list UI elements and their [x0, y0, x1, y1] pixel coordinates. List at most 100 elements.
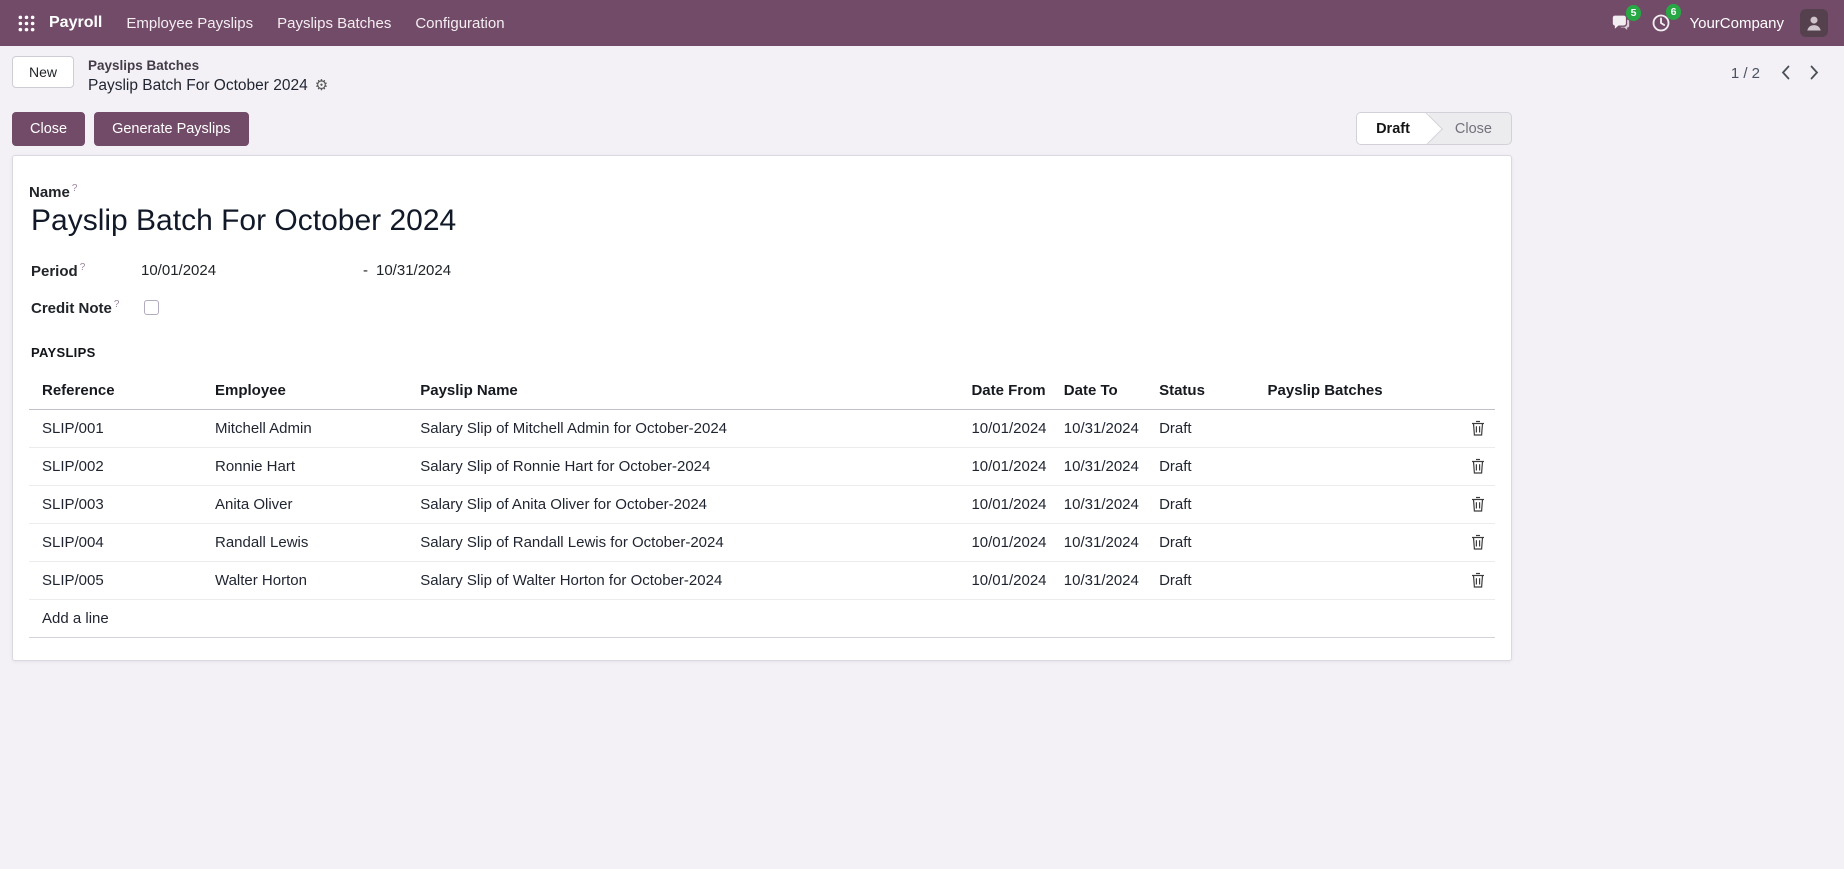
breadcrumb: Payslips Batches Payslip Batch For Octob…	[88, 55, 328, 96]
cell-date-to[interactable]: 10/31/2024	[1051, 409, 1146, 447]
trash-icon	[1471, 534, 1485, 550]
user-icon	[1804, 13, 1824, 33]
cell-employee[interactable]: Mitchell Admin	[202, 409, 407, 447]
col-header-date-from[interactable]: Date From	[958, 372, 1050, 410]
cell-payslip-batches[interactable]	[1255, 523, 1454, 561]
cell-payslip-batches[interactable]	[1255, 485, 1454, 523]
control-panel: New Payslips Batches Payslip Batch For O…	[0, 46, 1844, 102]
period-field-row: Period? 10/01/2024 - 10/31/2024	[31, 262, 1495, 280]
cell-reference[interactable]: SLIP/004	[29, 523, 202, 561]
delete-row-button[interactable]	[1467, 455, 1489, 477]
pager-value[interactable]: 1 / 2	[1731, 65, 1760, 82]
trash-icon	[1471, 572, 1485, 588]
chevron-left-icon	[1781, 65, 1790, 80]
menu-employee-payslips[interactable]: Employee Payslips	[114, 8, 265, 39]
breadcrumb-current: Payslip Batch For October 2024	[88, 76, 308, 96]
apps-grid-icon	[18, 15, 35, 32]
gear-icon[interactable]: ⚙	[315, 78, 328, 93]
cell-employee[interactable]: Walter Horton	[202, 561, 407, 599]
pager-previous-button[interactable]	[1774, 63, 1797, 84]
col-header-payslip-name[interactable]: Payslip Name	[407, 372, 958, 410]
form-sheet: Name? Payslip Batch For October 2024 Per…	[12, 155, 1512, 661]
cell-status[interactable]: Draft	[1146, 485, 1254, 523]
credit-note-field-label: Credit Note?	[31, 299, 141, 317]
col-header-date-to[interactable]: Date To	[1051, 372, 1146, 410]
menu-payslips-batches[interactable]: Payslips Batches	[265, 8, 403, 39]
table-row: SLIP/001 Mitchell Admin Salary Slip of M…	[29, 409, 1495, 447]
cell-status[interactable]: Draft	[1146, 561, 1254, 599]
col-header-reference[interactable]: Reference	[29, 372, 202, 410]
cell-reference[interactable]: SLIP/005	[29, 561, 202, 599]
cell-payslip-name[interactable]: Salary Slip of Mitchell Admin for Octobe…	[407, 409, 958, 447]
trash-icon	[1471, 420, 1485, 436]
table-row: SLIP/004 Randall Lewis Salary Slip of Ra…	[29, 523, 1495, 561]
cell-payslip-name[interactable]: Salary Slip of Walter Horton for October…	[407, 561, 958, 599]
col-header-employee[interactable]: Employee	[202, 372, 407, 410]
cell-reference[interactable]: SLIP/003	[29, 485, 202, 523]
cell-status[interactable]: Draft	[1146, 409, 1254, 447]
cell-reference[interactable]: SLIP/001	[29, 409, 202, 447]
breadcrumb-area: New Payslips Batches Payslip Batch For O…	[12, 55, 328, 96]
generate-payslips-button[interactable]: Generate Payslips	[94, 112, 248, 146]
cell-employee[interactable]: Anita Oliver	[202, 485, 407, 523]
navbar-right: 5 6 YourCompany	[1609, 9, 1828, 37]
period-date-from-input[interactable]: 10/01/2024	[141, 262, 363, 279]
batch-name-input[interactable]: Payslip Batch For October 2024	[31, 204, 1495, 238]
table-row: SLIP/002 Ronnie Hart Salary Slip of Ronn…	[29, 447, 1495, 485]
activities-badge: 6	[1666, 4, 1682, 20]
payslips-section-title: PAYSLIPS	[31, 345, 1495, 360]
cell-payslip-batches[interactable]	[1255, 561, 1454, 599]
cell-date-from[interactable]: 10/01/2024	[958, 561, 1050, 599]
statusbar-step-draft[interactable]: Draft	[1357, 113, 1429, 144]
cell-payslip-name[interactable]: Salary Slip of Anita Oliver for October-…	[407, 485, 958, 523]
delete-row-button[interactable]	[1467, 493, 1489, 515]
period-date-to-input[interactable]: 10/31/2024	[376, 262, 451, 279]
cell-status[interactable]: Draft	[1146, 523, 1254, 561]
cell-status[interactable]: Draft	[1146, 447, 1254, 485]
close-batch-button[interactable]: Close	[12, 112, 85, 146]
messages-button[interactable]: 5	[1609, 10, 1633, 36]
cell-payslip-name[interactable]: Salary Slip of Randall Lewis for October…	[407, 523, 958, 561]
cell-payslip-name[interactable]: Salary Slip of Ronnie Hart for October-2…	[407, 447, 958, 485]
trash-icon	[1471, 458, 1485, 474]
cell-date-from[interactable]: 10/01/2024	[958, 523, 1050, 561]
table-row: SLIP/003 Anita Oliver Salary Slip of Ani…	[29, 485, 1495, 523]
user-avatar[interactable]	[1800, 9, 1828, 37]
cell-date-from[interactable]: 10/01/2024	[958, 409, 1050, 447]
activities-button[interactable]: 6	[1649, 9, 1673, 37]
name-field-label: Name?	[29, 183, 1495, 201]
breadcrumb-parent-link[interactable]: Payslips Batches	[88, 57, 328, 75]
menu-configuration[interactable]: Configuration	[403, 8, 516, 39]
new-button[interactable]: New	[12, 56, 74, 88]
cell-date-to[interactable]: 10/31/2024	[1051, 485, 1146, 523]
cell-payslip-batches[interactable]	[1255, 409, 1454, 447]
cell-date-to[interactable]: 10/31/2024	[1051, 523, 1146, 561]
app-name[interactable]: Payroll	[49, 14, 102, 32]
cell-date-to[interactable]: 10/31/2024	[1051, 561, 1146, 599]
pager: 1 / 2	[1731, 55, 1826, 84]
col-header-status[interactable]: Status	[1146, 372, 1254, 410]
delete-row-button[interactable]	[1467, 417, 1489, 439]
cell-employee[interactable]: Randall Lewis	[202, 523, 407, 561]
messages-badge: 5	[1626, 5, 1642, 21]
table-header-row: Reference Employee Payslip Name Date Fro…	[29, 372, 1495, 410]
cell-date-from[interactable]: 10/01/2024	[958, 485, 1050, 523]
add-line-row: Add a line	[29, 599, 1495, 637]
cell-date-from[interactable]: 10/01/2024	[958, 447, 1050, 485]
add-a-line-link[interactable]: Add a line	[29, 599, 1495, 637]
delete-row-button[interactable]	[1467, 569, 1489, 591]
col-header-payslip-batches[interactable]: Payslip Batches	[1255, 372, 1454, 410]
cell-reference[interactable]: SLIP/002	[29, 447, 202, 485]
delete-row-button[interactable]	[1467, 531, 1489, 553]
cell-date-to[interactable]: 10/31/2024	[1051, 447, 1146, 485]
credit-note-field-row: Credit Note?	[31, 299, 1495, 317]
cell-employee[interactable]: Ronnie Hart	[202, 447, 407, 485]
credit-note-checkbox[interactable]	[144, 300, 159, 315]
cell-payslip-batches[interactable]	[1255, 447, 1454, 485]
apps-menu-button[interactable]	[10, 9, 43, 38]
name-help-icon: ?	[72, 183, 78, 194]
payslips-table: Reference Employee Payslip Name Date Fro…	[29, 372, 1495, 638]
company-name[interactable]: YourCompany	[1689, 15, 1784, 32]
pager-next-button[interactable]	[1803, 63, 1826, 84]
navbar-left: Payroll Employee Payslips Payslips Batch…	[10, 8, 517, 39]
